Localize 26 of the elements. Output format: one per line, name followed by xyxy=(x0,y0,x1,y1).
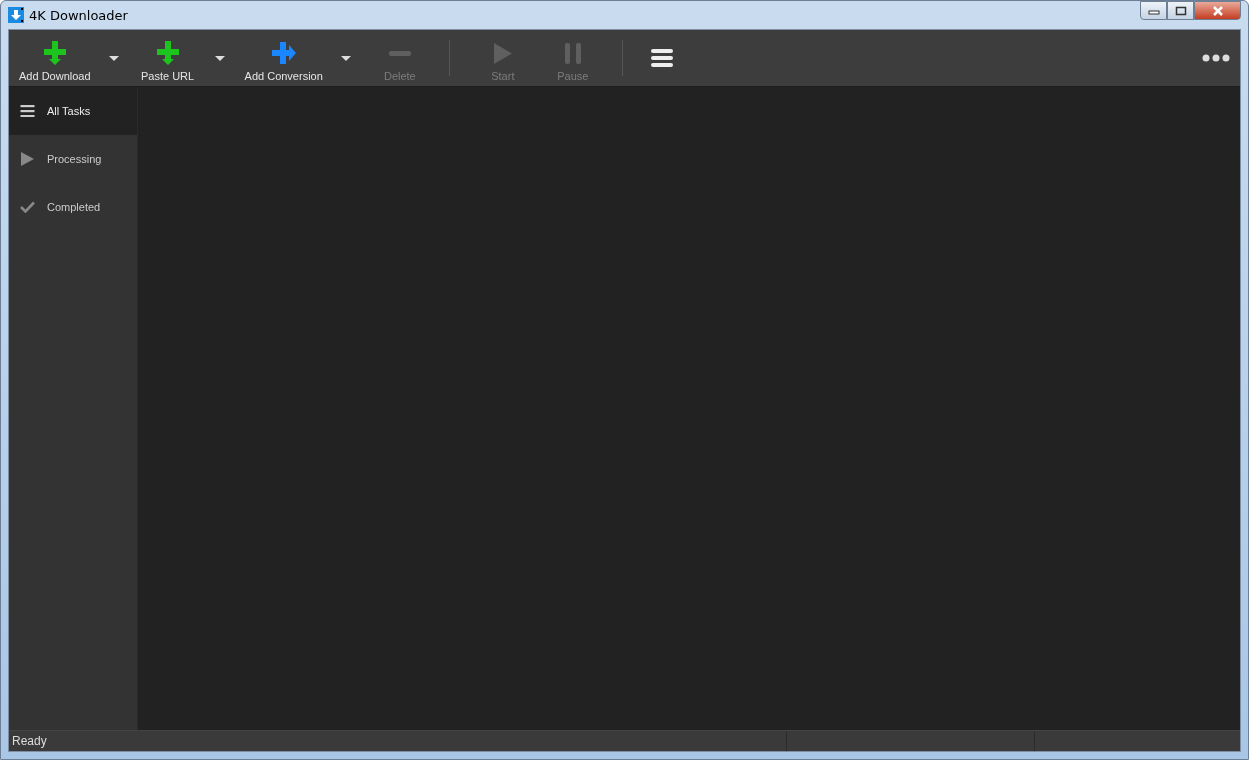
more-icon xyxy=(1202,54,1230,62)
app-icon xyxy=(8,7,24,23)
toolbar-button[interactable]: Add Download xyxy=(13,30,97,86)
minus-icon xyxy=(388,50,411,56)
toolbar-button[interactable]: Paste URL xyxy=(132,30,203,86)
caret-icon xyxy=(108,55,119,61)
status-text: Ready xyxy=(9,731,787,751)
sidebar-item[interactable]: All Tasks xyxy=(9,87,137,135)
window-title: 4K Downloader xyxy=(29,7,128,23)
list-icon xyxy=(20,105,35,117)
caret-icon xyxy=(214,55,225,61)
minimize-button[interactable] xyxy=(1140,1,1167,20)
close-icon xyxy=(1211,5,1224,16)
toolbar-button[interactable]: Add Conversion xyxy=(238,30,329,86)
play-icon xyxy=(20,152,35,166)
caret-icon xyxy=(340,55,351,61)
close-button[interactable] xyxy=(1194,1,1241,20)
plus-arrow-icon xyxy=(156,41,179,65)
play-icon xyxy=(493,42,512,64)
pause-icon xyxy=(564,42,581,64)
maximize-button[interactable] xyxy=(1167,1,1194,20)
maximize-icon xyxy=(1174,5,1187,16)
plus-arrow-icon xyxy=(271,42,296,64)
plus-arrow-icon xyxy=(43,41,66,65)
menu-icon xyxy=(650,48,673,68)
checkmark-icon xyxy=(20,201,35,213)
